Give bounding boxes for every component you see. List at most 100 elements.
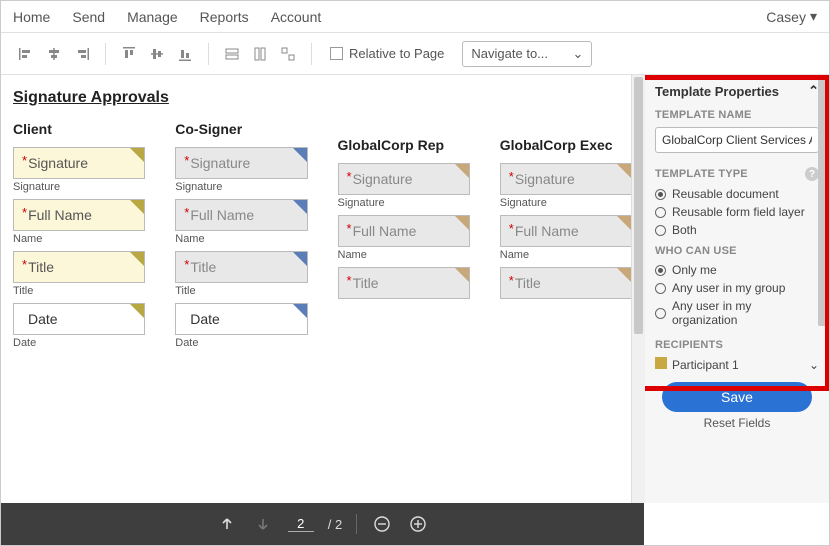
- template-type-option[interactable]: Reusable document: [655, 187, 819, 201]
- radio-icon: [655, 283, 666, 294]
- form-field[interactable]: *Full Name: [338, 215, 470, 247]
- field-corner-icon: [293, 200, 307, 214]
- user-menu[interactable]: Casey ▾: [766, 8, 817, 25]
- zoom-in-button[interactable]: [407, 513, 429, 535]
- nav-home[interactable]: Home: [13, 9, 50, 25]
- form-field[interactable]: *Signature: [13, 147, 145, 179]
- form-field[interactable]: *Signature: [338, 163, 470, 195]
- align-middle-button[interactable]: [144, 41, 170, 67]
- field-placeholder: Signature: [190, 155, 250, 171]
- field-placeholder: Full Name: [190, 207, 254, 223]
- align-left-button[interactable]: [13, 41, 39, 67]
- radio-icon: [655, 265, 666, 276]
- radio-label: Reusable document: [672, 187, 779, 201]
- navigate-select[interactable]: Navigate to... ⌄: [462, 41, 592, 67]
- next-page-button[interactable]: [252, 513, 274, 535]
- document-canvas[interactable]: Signature Approvals Client*SignatureSign…: [1, 75, 644, 503]
- field-corner-icon: [130, 304, 144, 318]
- field-placeholder: Signature: [353, 171, 413, 187]
- field-sublabel: Title: [175, 285, 307, 297]
- page-total: / 2: [328, 517, 342, 532]
- required-asterisk: *: [347, 273, 352, 288]
- role-label: GlobalCorp Rep: [338, 137, 470, 153]
- form-field[interactable]: *Full Name: [175, 199, 307, 231]
- checkbox-icon: [330, 47, 343, 60]
- page-number-input[interactable]: [288, 516, 314, 532]
- who-can-use-option[interactable]: Any user in my organization: [655, 299, 819, 327]
- form-field[interactable]: *Full Name: [500, 215, 632, 247]
- participant-label: Participant 1: [672, 358, 739, 372]
- field-placeholder: Full Name: [353, 223, 417, 239]
- form-field[interactable]: *Title: [175, 251, 307, 283]
- template-name-input[interactable]: [655, 127, 819, 153]
- field-corner-icon: [455, 268, 469, 282]
- required-asterisk: *: [184, 257, 189, 272]
- form-field[interactable]: Date: [175, 303, 307, 335]
- chevron-down-icon: ▾: [810, 8, 817, 25]
- template-type-option[interactable]: Reusable form field layer: [655, 205, 819, 219]
- required-asterisk: *: [509, 221, 514, 236]
- field-corner-icon: [130, 252, 144, 266]
- role-label: Co-Signer: [175, 121, 307, 137]
- form-field[interactable]: Date: [13, 303, 145, 335]
- field-corner-icon: [455, 216, 469, 230]
- who-can-use-option[interactable]: Only me: [655, 263, 819, 277]
- form-field[interactable]: *Signature: [175, 147, 307, 179]
- radio-icon: [655, 189, 666, 200]
- field-placeholder: Title: [353, 275, 379, 291]
- field-placeholder: Title: [515, 275, 541, 291]
- required-asterisk: *: [22, 257, 27, 272]
- form-field[interactable]: *Title: [13, 251, 145, 283]
- radio-label: Both: [672, 223, 697, 237]
- template-type-option[interactable]: Both: [655, 223, 819, 237]
- canvas-scrollbar[interactable]: [631, 75, 645, 503]
- nav-reports[interactable]: Reports: [200, 9, 249, 25]
- field-sublabel: Name: [500, 249, 632, 261]
- who-can-use-option[interactable]: Any user in my group: [655, 281, 819, 295]
- user-name: Casey: [766, 9, 806, 25]
- match-width-button[interactable]: [219, 41, 245, 67]
- radio-icon: [655, 308, 666, 319]
- align-bottom-button[interactable]: [172, 41, 198, 67]
- form-field[interactable]: *Title: [500, 267, 632, 299]
- panel-scrollbar[interactable]: [816, 77, 828, 433]
- relative-to-page-checkbox[interactable]: Relative to Page: [330, 46, 444, 61]
- match-size-button[interactable]: [275, 41, 301, 67]
- field-sublabel: Date: [175, 337, 307, 349]
- align-right-button[interactable]: [69, 41, 95, 67]
- save-button[interactable]: Save: [662, 382, 812, 412]
- top-nav: Home Send Manage Reports Account Casey ▾: [1, 1, 829, 33]
- template-type-label: TEMPLATE TYPE: [655, 168, 748, 180]
- form-field[interactable]: *Title: [338, 267, 470, 299]
- required-asterisk: *: [22, 153, 27, 168]
- field-sublabel: Date: [13, 337, 145, 349]
- field-corner-icon: [130, 148, 144, 162]
- properties-panel: Template Properties ⌃ TEMPLATE NAME TEMP…: [644, 75, 829, 503]
- required-asterisk: *: [509, 169, 514, 184]
- who-can-use-label: WHO CAN USE: [655, 245, 819, 257]
- role-column: GlobalCorp Rep*SignatureSignature*Full N…: [338, 137, 470, 355]
- role-label: GlobalCorp Exec: [500, 137, 632, 153]
- form-field[interactable]: *Full Name: [13, 199, 145, 231]
- role-column: GlobalCorp Exec *Signature Signature *Full …: [500, 137, 632, 355]
- zoom-out-button[interactable]: [371, 513, 393, 535]
- participant-swatch-icon: [655, 357, 667, 369]
- nav-account[interactable]: Account: [271, 9, 322, 25]
- radio-label: Any user in my group: [672, 281, 785, 295]
- field-sublabel: Signature: [338, 197, 470, 209]
- field-sublabel: Name: [175, 233, 307, 245]
- participant-row[interactable]: Participant 1 ⌄: [655, 357, 819, 372]
- role-column: Client*SignatureSignature*Full NameName*…: [13, 121, 145, 355]
- required-asterisk: *: [184, 153, 189, 168]
- radio-icon: [655, 207, 666, 218]
- form-field[interactable]: *Signature: [500, 163, 632, 195]
- nav-manage[interactable]: Manage: [127, 9, 178, 25]
- reset-fields-link[interactable]: Reset Fields: [655, 416, 819, 430]
- match-height-button[interactable]: [247, 41, 273, 67]
- field-sublabel: Name: [338, 249, 470, 261]
- nav-send[interactable]: Send: [72, 9, 105, 25]
- align-top-button[interactable]: [116, 41, 142, 67]
- align-center-h-button[interactable]: [41, 41, 67, 67]
- prev-page-button[interactable]: [216, 513, 238, 535]
- field-sublabel: Signature: [500, 197, 632, 209]
